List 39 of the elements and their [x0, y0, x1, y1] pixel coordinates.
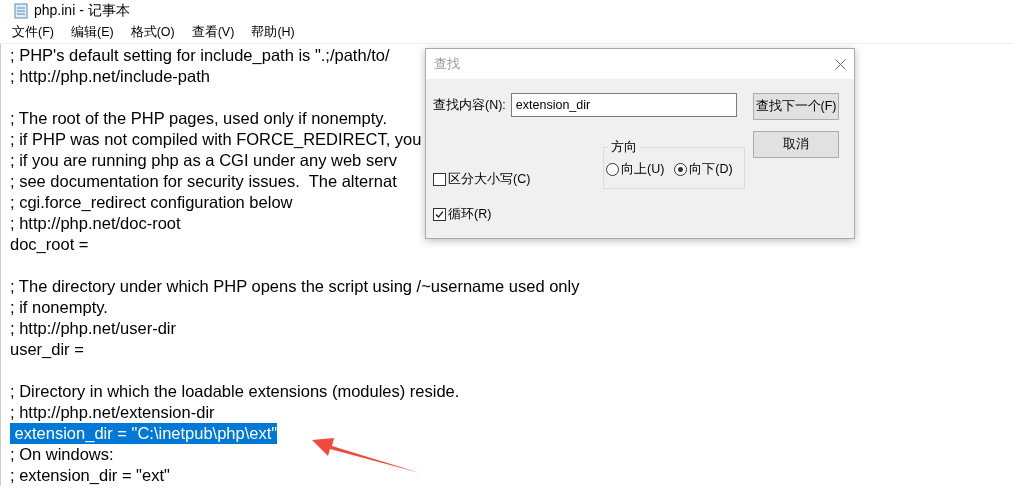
text-line: ; Directory in which the loadable extensions (modules) reside.	[10, 381, 460, 402]
checkbox[interactable]	[433, 173, 446, 186]
text-line: ; if PHP was not compiled with FORCE_REDIRECT, you	[10, 129, 422, 150]
text-line: ; if you are running php as a CGI under any web serv	[10, 150, 398, 171]
find-next-button[interactable]: 查找下一个(F)	[753, 93, 839, 120]
text-line: ; cgi.force_redirect configuration below	[10, 192, 293, 213]
radio-button[interactable]	[674, 162, 688, 176]
text-line: ; http://php.net/user-dir	[10, 318, 176, 339]
text-line: ; http://php.net/doc-root	[10, 213, 181, 234]
text-line: ; http://php.net/extension-dir	[10, 402, 215, 423]
cancel-button[interactable]: 取消	[753, 131, 839, 158]
text-line: user_dir =	[10, 339, 84, 360]
text-line: ; http://php.net/include-path	[10, 66, 210, 87]
radio-label: 向上(U)	[621, 160, 665, 178]
text-line: ; On windows:	[10, 444, 114, 465]
text-line: ; The root of the PHP pages, used only if nonempty.	[10, 108, 387, 129]
menu-item[interactable]: 编辑(E)	[70, 24, 114, 41]
find-field[interactable]: extension_dir	[510, 93, 737, 117]
dialog-title: 查找	[434, 55, 460, 73]
radio-label: 向下(D)	[689, 160, 733, 178]
menu-item[interactable]: 格式(O)	[130, 24, 175, 41]
text-line: doc_root =	[10, 234, 89, 255]
close-icon[interactable]	[835, 58, 846, 70]
find-label: 查找内容(N):	[433, 96, 506, 114]
text-line: ; The directory under which PHP opens the script using /~username used only	[10, 276, 580, 297]
text-line: ; if nonempty.	[10, 297, 108, 318]
text-line: ; extension_dir = "ext"	[10, 465, 170, 486]
notepad-icon	[14, 3, 28, 19]
radio-button[interactable]	[606, 162, 619, 176]
checkbox-label: 区分大小写(C)	[448, 171, 531, 188]
text-line: ; PHP's default setting for include_path is ".;/path/to/	[10, 45, 390, 66]
menu-item[interactable]: 帮助(H)	[251, 24, 295, 41]
menu-item[interactable]: 文件(F)	[12, 24, 54, 41]
group-legend: 方向	[608, 139, 640, 156]
window-title: php.ini - 记事本	[34, 2, 130, 20]
text-line: ; see documentation for security issues. The alternat	[10, 171, 397, 192]
menu-item[interactable]: 查看(V)	[191, 24, 235, 41]
checkbox[interactable]	[433, 208, 446, 221]
checkbox-label: 循环(R)	[448, 206, 492, 223]
